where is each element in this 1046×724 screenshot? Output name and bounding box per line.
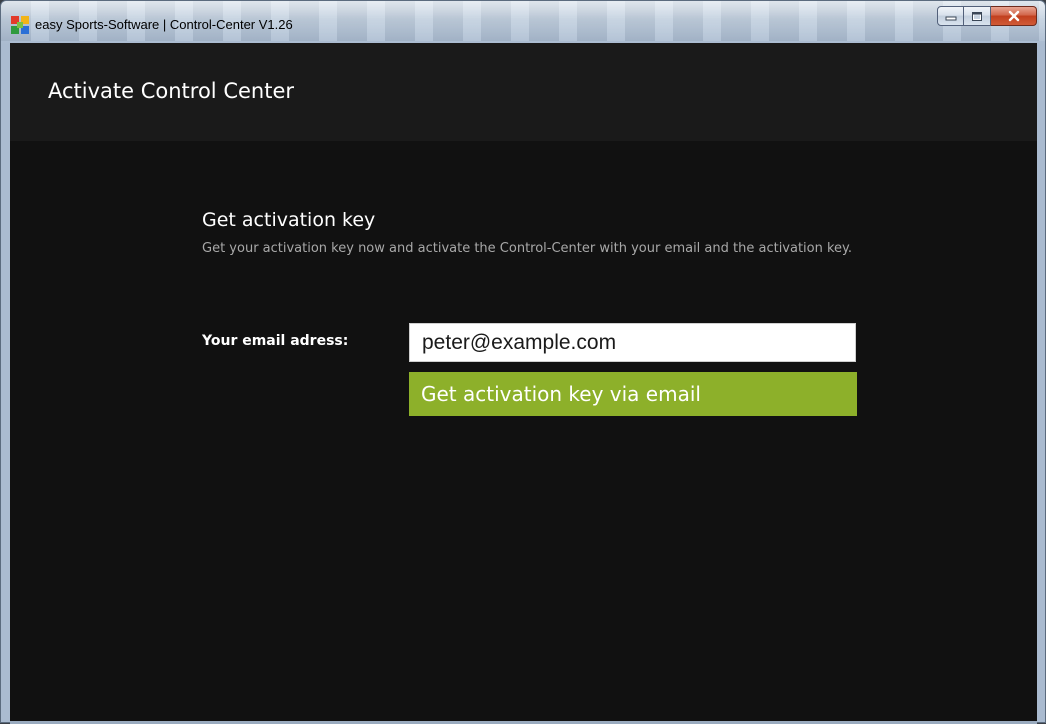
minimize-icon: [945, 16, 956, 21]
close-button[interactable]: [991, 6, 1037, 26]
minimize-button[interactable]: [937, 6, 964, 26]
app-window: easy Sports-Software | Control-Center V1…: [0, 0, 1046, 724]
easy-sports-logo-icon: [11, 16, 29, 34]
email-label: Your email adress:: [202, 333, 349, 349]
title-bar[interactable]: easy Sports-Software | Control-Center V1…: [1, 1, 1045, 41]
section-description: Get your activation key now and activate…: [202, 241, 853, 256]
section-heading: Get activation key: [202, 209, 376, 231]
get-activation-key-button[interactable]: Get activation key via email: [409, 372, 857, 416]
maximize-button[interactable]: [964, 6, 991, 26]
window-controls: [937, 6, 1037, 27]
maximize-icon: [972, 11, 982, 21]
header-band: Activate Control Center: [10, 43, 1037, 141]
window-title: easy Sports-Software | Control-Center V1…: [35, 17, 293, 32]
close-icon: [1008, 10, 1019, 22]
activation-panel: Activate Control Center Get activation k…: [10, 43, 1037, 724]
email-field[interactable]: [409, 323, 856, 362]
page-title: Activate Control Center: [48, 79, 295, 103]
